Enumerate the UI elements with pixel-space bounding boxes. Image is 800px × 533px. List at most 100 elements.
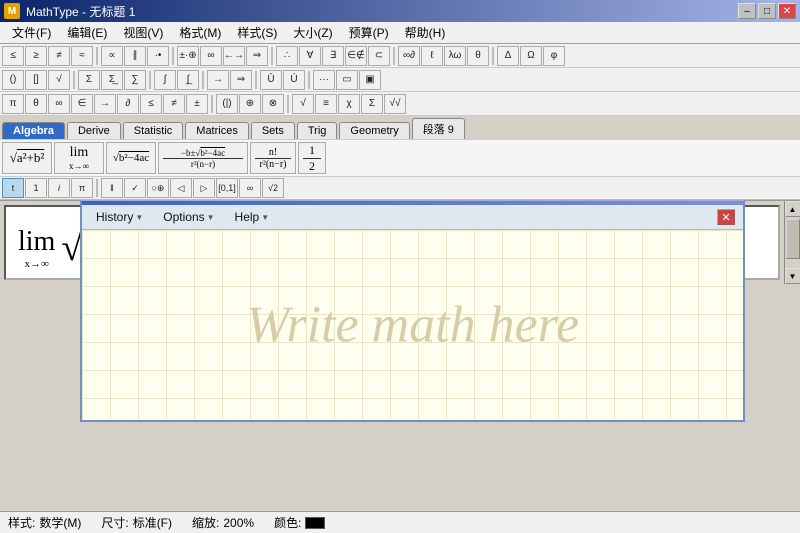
menu-help[interactable]: 帮助(H): [397, 22, 454, 43]
vertical-scrollbar[interactable]: ▲ ▼: [784, 201, 800, 284]
template-quadratic[interactable]: √b²−4ac: [106, 142, 156, 174]
sym-exists[interactable]: ∃: [322, 46, 344, 66]
sym-check[interactable]: ✓: [124, 178, 146, 198]
menu-file[interactable]: 文件(F): [4, 22, 59, 43]
sym-sqrt3[interactable]: √√: [384, 94, 406, 114]
menu-format[interactable]: 格式(M): [171, 22, 229, 43]
hw-options-menu[interactable]: Options ▼: [157, 208, 220, 226]
template-sqrt-sum[interactable]: √a²+b²: [2, 142, 52, 174]
sym-partial[interactable]: ∂: [117, 94, 139, 114]
sym-dots[interactable]: ···: [313, 70, 335, 90]
sym-in2[interactable]: ∈: [71, 94, 93, 114]
sym-sigma4[interactable]: Σ: [361, 94, 383, 114]
template-half[interactable]: 1 2: [298, 142, 326, 174]
sym-integral2[interactable]: ∫̲: [177, 70, 199, 90]
sym-theta2[interactable]: θ: [25, 94, 47, 114]
sym-pm[interactable]: ±·⊕: [177, 46, 199, 66]
template-quad-full[interactable]: −b±√b²−4ac r²(n−r): [158, 142, 248, 174]
style-1[interactable]: 1: [25, 178, 47, 198]
menu-size[interactable]: 大小(Z): [285, 22, 340, 43]
tab-algebra[interactable]: Algebra: [2, 122, 65, 139]
sym-otimes[interactable]: ⊗: [262, 94, 284, 114]
sym-infty2[interactable]: ∞∂: [398, 46, 420, 66]
sym-neq2[interactable]: ≠: [163, 94, 185, 114]
sym-pi[interactable]: π: [2, 94, 24, 114]
sym-forall[interactable]: ∀: [299, 46, 321, 66]
sym-infty3[interactable]: ∞: [48, 94, 70, 114]
sym-arrow2[interactable]: ⇒: [230, 70, 252, 90]
sym-vbar[interactable]: ‖: [101, 178, 123, 198]
sym-box[interactable]: ▣: [359, 70, 381, 90]
sym-phi[interactable]: φ: [543, 46, 565, 66]
sym-delta[interactable]: Δ: [497, 46, 519, 66]
sym-leq[interactable]: ≤: [2, 46, 24, 66]
sym-sqrt2[interactable]: √: [292, 94, 314, 114]
menu-edit[interactable]: 编辑(E): [59, 22, 115, 43]
sym-approx[interactable]: ≈: [71, 46, 93, 66]
sym-rect[interactable]: ▭: [336, 70, 358, 90]
tab-statistic[interactable]: Statistic: [123, 122, 184, 139]
sym-theta[interactable]: θ: [467, 46, 489, 66]
sym-parens[interactable]: (): [2, 70, 24, 90]
scroll-up-arrow[interactable]: ▲: [785, 201, 800, 217]
sym-tri-left[interactable]: ◁: [170, 178, 192, 198]
sym-u-bar[interactable]: Ū: [260, 70, 282, 90]
tab-derive[interactable]: Derive: [67, 122, 121, 139]
sym-subset[interactable]: ⊂: [368, 46, 390, 66]
tab-matrices[interactable]: Matrices: [185, 122, 249, 139]
sym-neq[interactable]: ≠: [48, 46, 70, 66]
menu-preview[interactable]: 预算(P): [341, 22, 397, 43]
close-button[interactable]: ✕: [778, 3, 796, 19]
sym-leq2[interactable]: ≤: [140, 94, 162, 114]
sym-circle[interactable]: ○⊕: [147, 178, 169, 198]
style-pi[interactable]: π: [71, 178, 93, 198]
style-i[interactable]: i: [48, 178, 70, 198]
hw-canvas[interactable]: Write math here: [82, 230, 743, 420]
sym-bullet[interactable]: ·•: [147, 46, 169, 66]
sym-geq[interactable]: ≥: [25, 46, 47, 66]
sym-impl[interactable]: ⇒: [246, 46, 268, 66]
sym-omega-cap[interactable]: Ω: [520, 46, 542, 66]
sym-lambda-omega[interactable]: λω: [444, 46, 466, 66]
sym-sqrt4[interactable]: √2: [262, 178, 284, 198]
minimize-button[interactable]: –: [738, 3, 756, 19]
sym-infty-arrow[interactable]: ∞: [200, 46, 222, 66]
sym-pm2[interactable]: ±: [186, 94, 208, 114]
style-t[interactable]: t: [2, 178, 24, 198]
sym-u-acute[interactable]: Ú: [283, 70, 305, 90]
sym-equiv[interactable]: ≡: [315, 94, 337, 114]
scroll-down-arrow[interactable]: ▼: [785, 268, 800, 284]
maximize-button[interactable]: □: [758, 3, 776, 19]
hw-help-menu[interactable]: Help ▼: [229, 208, 276, 226]
sym-chi[interactable]: χ: [338, 94, 360, 114]
sym-therefore[interactable]: ∴: [276, 46, 298, 66]
menu-style[interactable]: 样式(S): [229, 22, 285, 43]
sym-ell[interactable]: ℓ: [421, 46, 443, 66]
sym-oplus[interactable]: ⊕: [239, 94, 261, 114]
sym-tri-right[interactable]: ▷: [193, 178, 215, 198]
tab-extra[interactable]: 段落 9: [412, 118, 465, 139]
sym-sigma1[interactable]: Σ: [78, 70, 100, 90]
hw-history-menu[interactable]: History ▼: [90, 208, 149, 226]
sym-infty4[interactable]: ∞: [239, 178, 261, 198]
sym-sigma2[interactable]: Σ̲: [101, 70, 123, 90]
sym-integral1[interactable]: ∫: [154, 70, 176, 90]
sym-brackets[interactable]: []: [25, 70, 47, 90]
sym-lr-arrow[interactable]: ←→: [223, 46, 245, 66]
template-binom[interactable]: n! r²(n−r): [250, 142, 296, 174]
sym-prop[interactable]: ∝: [101, 46, 123, 66]
sym-parallel[interactable]: ∥: [124, 46, 146, 66]
scroll-thumb[interactable]: [786, 219, 800, 259]
sym-interval[interactable]: [0,1]: [216, 178, 238, 198]
sym-sigma3[interactable]: ∑: [124, 70, 146, 90]
tab-trig[interactable]: Trig: [297, 122, 338, 139]
menu-view[interactable]: 视图(V): [115, 22, 171, 43]
tab-geometry[interactable]: Geometry: [339, 122, 409, 139]
sym-pipe[interactable]: (|): [216, 94, 238, 114]
template-lim[interactable]: lim x→∞: [54, 142, 104, 174]
sym-arrow3[interactable]: →: [94, 94, 116, 114]
sym-arrow1[interactable]: →: [207, 70, 229, 90]
hw-close-button[interactable]: ✕: [717, 209, 735, 225]
tab-sets[interactable]: Sets: [251, 122, 295, 139]
sym-sqrt-x[interactable]: √: [48, 70, 70, 90]
